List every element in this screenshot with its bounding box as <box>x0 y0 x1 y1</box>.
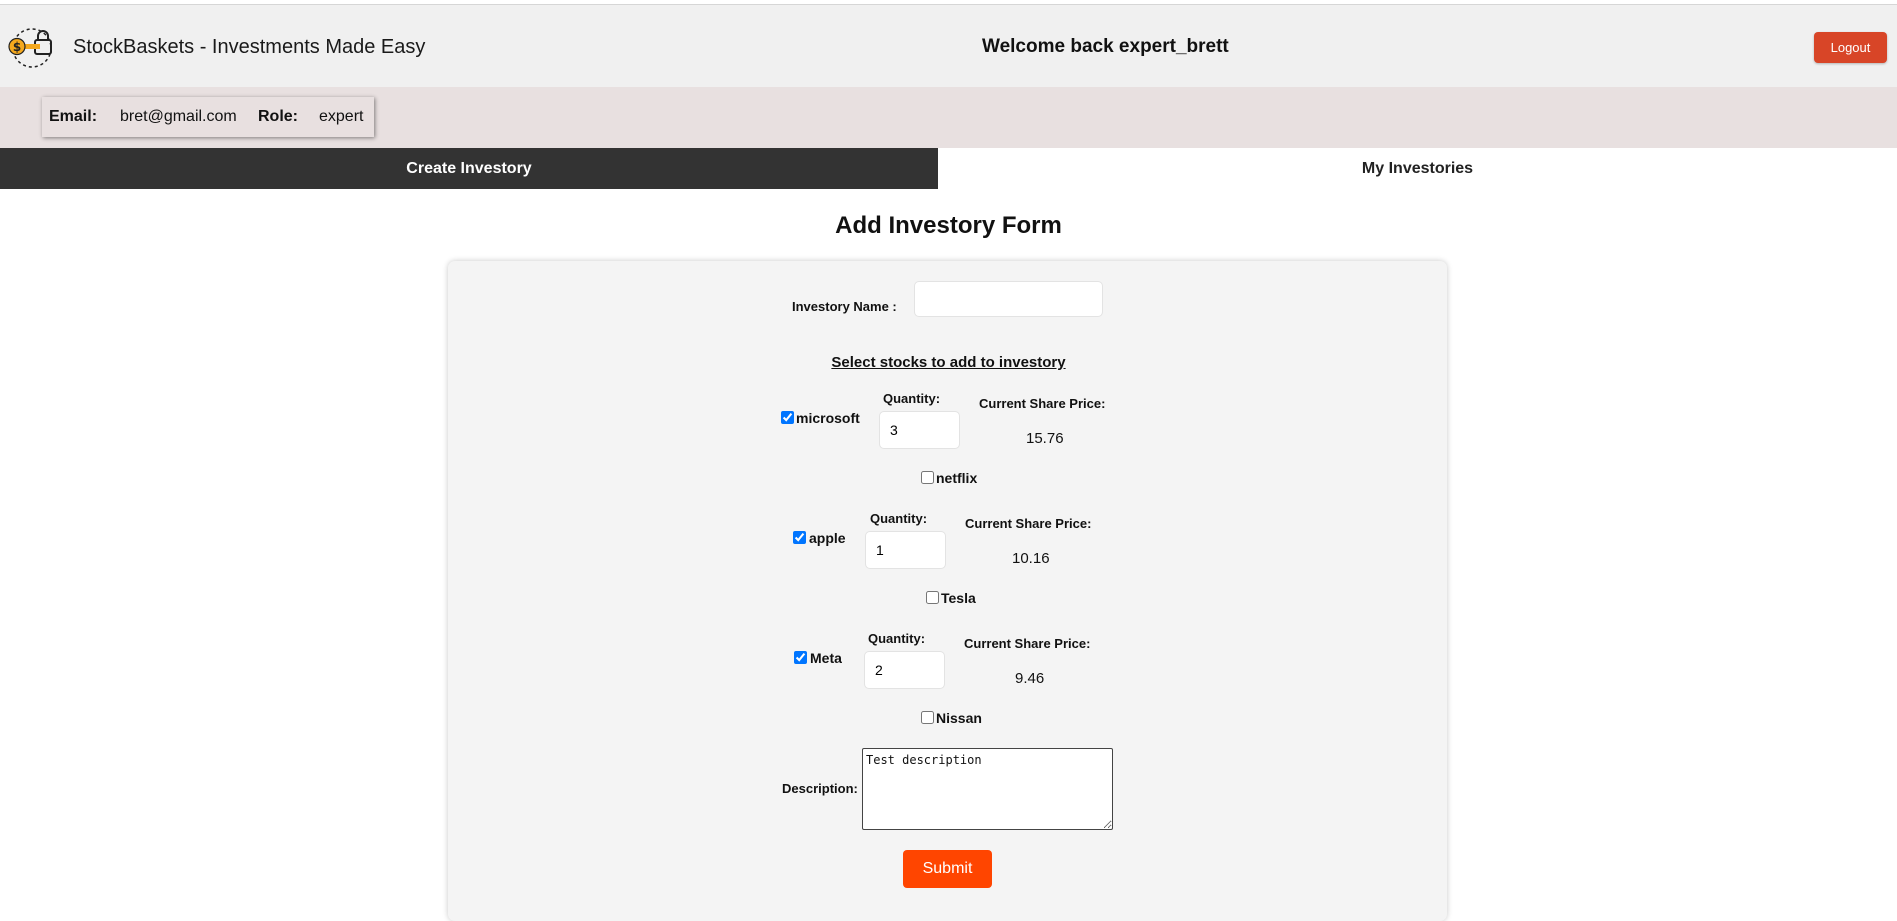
price-label: Current Share Price: <box>964 636 1091 651</box>
stock-label-microsoft: microsoft <box>796 410 860 426</box>
email-value: bret@gmail.com <box>120 108 237 125</box>
stock-label-apple: apple <box>809 530 846 546</box>
description-label: Description: <box>782 781 858 796</box>
stock-checkbox-apple[interactable] <box>793 531 806 544</box>
tab-create-investory[interactable]: Create Investory <box>0 148 938 189</box>
role-label: Role: <box>258 108 298 125</box>
tab-my-investories[interactable]: My Investories <box>938 148 1897 189</box>
submit-button[interactable]: Submit <box>903 850 992 888</box>
price-value-meta: 9.46 <box>1015 670 1045 687</box>
price-label: Current Share Price: <box>979 396 1106 411</box>
stock-checkbox-netflix[interactable] <box>921 471 934 484</box>
stock-label-meta: Meta <box>810 650 842 666</box>
investory-name-input[interactable] <box>914 281 1103 317</box>
stock-checkbox-meta[interactable] <box>794 651 807 664</box>
quantity-input-meta[interactable] <box>864 651 945 689</box>
quantity-input-apple[interactable] <box>865 531 946 569</box>
logout-button[interactable]: Logout <box>1814 32 1887 63</box>
logo-symbol: $ <box>13 40 21 54</box>
user-info-card: Email: bret@gmail.com Role: expert <box>42 97 374 137</box>
stock-checkbox-nissan[interactable] <box>921 711 934 724</box>
price-value-apple: 10.16 <box>1012 550 1050 567</box>
logo-icon: $ <box>8 26 58 70</box>
stock-label-netflix: netflix <box>936 470 978 486</box>
price-value-microsoft: 15.76 <box>1026 430 1064 447</box>
welcome-message: Welcome back expert_brett <box>982 36 1229 57</box>
user-info-bar: Email: bret@gmail.com Role: expert <box>0 87 1897 148</box>
stock-checkbox-tesla[interactable] <box>926 591 939 604</box>
price-label: Current Share Price: <box>965 516 1092 531</box>
stock-label-tesla: Tesla <box>941 590 976 606</box>
app-title: StockBaskets - Investments Made Easy <box>73 36 426 58</box>
quantity-label: Quantity: <box>883 391 941 406</box>
quantity-label: Quantity: <box>870 511 928 526</box>
stock-label-nissan: Nissan <box>936 710 982 726</box>
email-label: Email: <box>49 108 98 125</box>
description-textarea[interactable]: Test description <box>862 748 1113 830</box>
investory-name-label: Investory Name : <box>792 299 897 314</box>
header: $ StockBaskets - Investments Made Easy W… <box>0 5 1897 87</box>
role-value: expert <box>319 108 364 125</box>
stock-checkbox-microsoft[interactable] <box>781 411 794 424</box>
select-stocks-heading: Select stocks to add to investory <box>831 354 1066 371</box>
quantity-input-microsoft[interactable] <box>879 411 960 449</box>
form-title: Add Investory Form <box>835 212 1062 239</box>
quantity-label: Quantity: <box>868 631 926 646</box>
tab-bar: Create Investory My Investories <box>0 148 1897 189</box>
